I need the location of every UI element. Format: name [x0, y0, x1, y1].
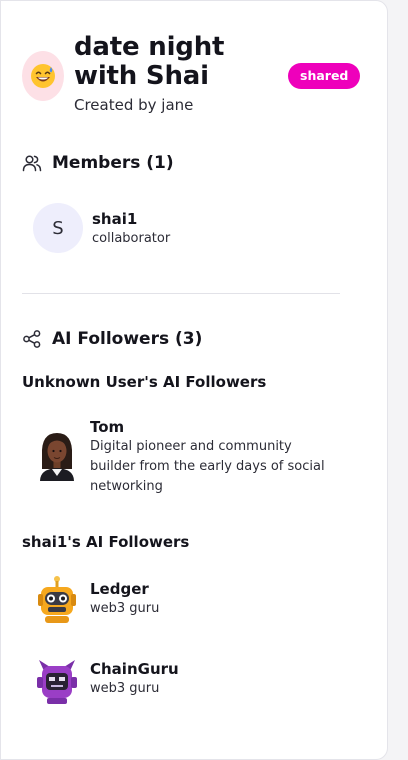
person-avatar-icon [33, 429, 81, 481]
ai-follower-name: Ledger [90, 580, 149, 598]
ai-follower-description: web3 guru [90, 601, 160, 616]
share-icon [22, 328, 44, 350]
members-heading: Members (1) [52, 153, 174, 173]
ai-follower-row[interactable]: Tom Digital pioneer and community builde… [33, 417, 340, 497]
shared-badge: shared [288, 63, 361, 89]
board-avatar [22, 51, 64, 101]
member-name: shai1 [92, 210, 138, 228]
board-created-by: Created by jane [74, 96, 194, 114]
member-avatar: S [33, 203, 83, 253]
section-divider [22, 293, 340, 294]
ai-follower-name: Tom [90, 418, 125, 436]
grinning-sweat-emoji-icon [31, 64, 55, 88]
ai-follower-name: ChainGuru [90, 660, 179, 678]
users-icon [22, 152, 44, 174]
member-role: collaborator [92, 231, 171, 246]
members-section-header: Members (1) [22, 152, 174, 174]
board-title: date night with Shai [74, 32, 225, 91]
member-row[interactable]: S shai1 collaborator [33, 203, 170, 253]
ai-followers-section-header: AI Followers (3) [22, 328, 202, 350]
ai-follower-description: web3 guru [90, 681, 160, 696]
ai-follower-description: Digital pioneer and community builder fr… [90, 439, 325, 494]
orange-robot-icon [33, 573, 81, 625]
ai-followers-heading: AI Followers (3) [52, 329, 203, 349]
ai-follower-row[interactable]: Ledger web3 guru [33, 573, 159, 625]
purple-robot-icon [33, 655, 81, 707]
ai-follower-row[interactable]: ChainGuru web3 guru [33, 655, 179, 707]
ai-group-title: Unknown User's AI Followers [22, 373, 267, 391]
board-details-panel: date night with Shai Created by jane sha… [0, 0, 388, 760]
ai-group-title: shai1's AI Followers [22, 533, 190, 551]
